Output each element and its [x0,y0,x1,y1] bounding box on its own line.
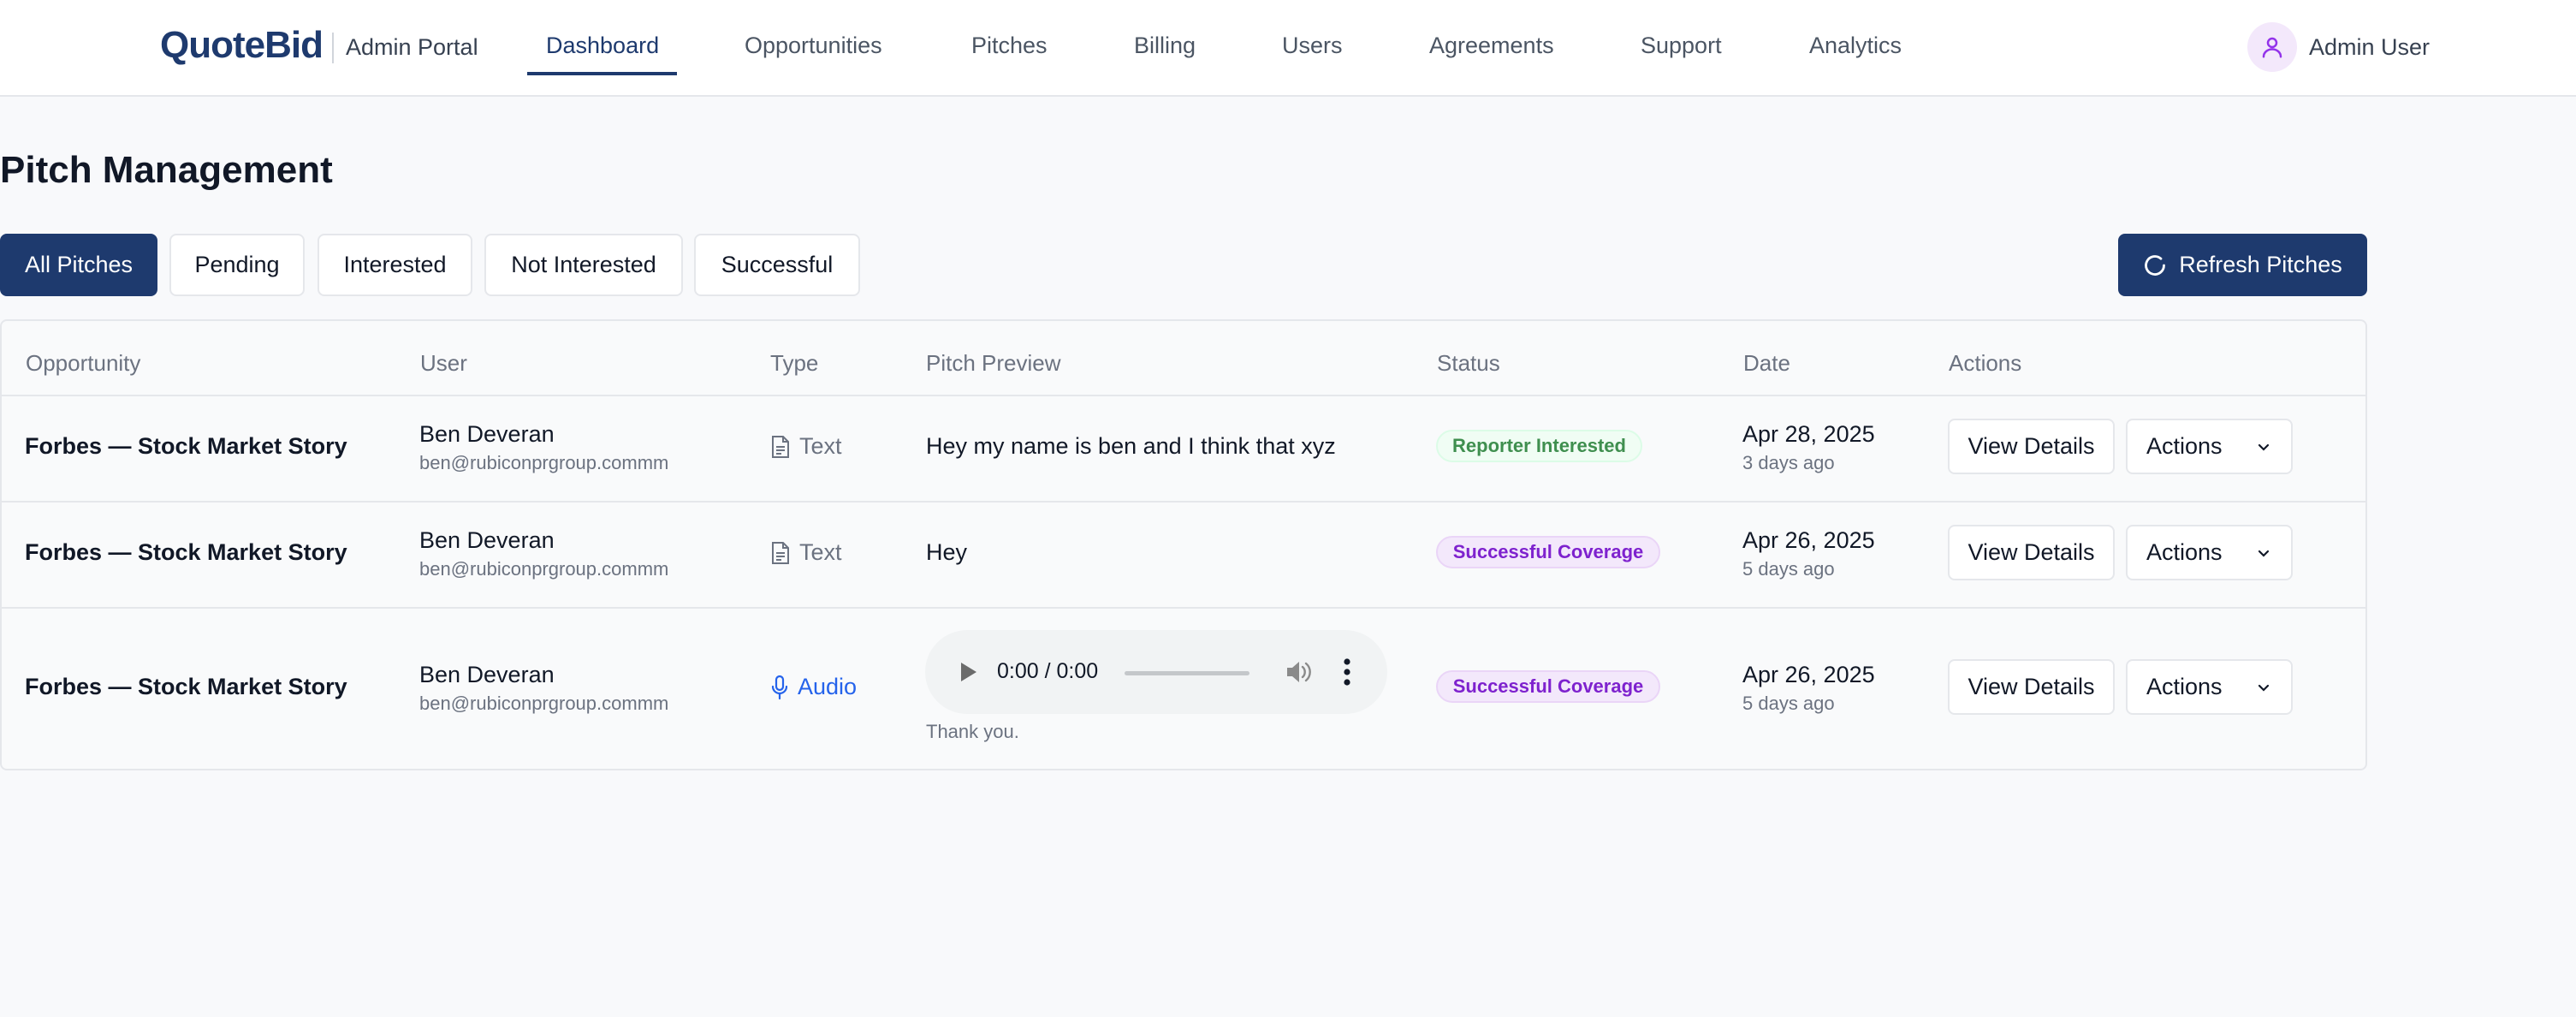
header-actions: Actions [1949,350,2022,376]
user-email-cell: ben@rubiconprgroup.commm [419,558,669,580]
document-icon [772,541,789,564]
filter-pending[interactable]: Pending [169,234,305,296]
chevron-down-icon [2258,443,2270,451]
actions-label: Actions [2146,539,2223,565]
audio-time: 0:00 / 0:00 [997,659,1099,683]
relative-date-cell: 5 days ago [1742,558,1835,580]
audio-progress-slider[interactable] [1125,671,1249,675]
chevron-down-icon [2258,684,2270,692]
pitch-preview-cell: Hey [926,539,968,565]
page-title: Pitch Management [0,149,333,191]
actions-label: Actions [2146,433,2223,459]
user-icon [2262,37,2282,58]
refresh-icon [2145,254,2166,276]
user-name-cell: Ben Deveran [419,527,555,553]
portal-label: Admin Portal [346,34,478,60]
refresh-pitches-label: Refresh Pitches [2179,252,2342,277]
view-details-button[interactable]: View Details [1948,419,2115,474]
volume-icon[interactable] [1285,659,1312,685]
filter-interested[interactable]: Interested [318,234,472,296]
refresh-pitches-button[interactable]: Refresh Pitches [2118,234,2367,296]
nav-agreements[interactable]: Agreements [1429,33,1554,59]
brand-logo[interactable]: QuoteBid [160,24,323,67]
relative-date-cell: 5 days ago [1742,693,1835,714]
type-label: Text [799,433,842,459]
date-cell: Apr 28, 2025 [1742,421,1875,447]
user-email-cell: ben@rubiconprgroup.commm [419,693,669,714]
row-divider [2,501,2365,503]
nav-opportunities[interactable]: Opportunities [745,33,882,59]
status-badge: Successful Coverage [1436,670,1660,703]
audio-player: 0:00 / 0:00 [925,630,1387,714]
opportunity-cell[interactable]: Forbes — Stock Market Story [25,674,347,700]
audio-caption: Thank you. [926,721,1019,742]
nav-pitches[interactable]: Pitches [971,33,1048,59]
microphone-icon [771,675,788,699]
actions-dropdown[interactable]: Actions [2126,659,2293,715]
nav-active-indicator [527,72,677,75]
date-cell: Apr 26, 2025 [1742,662,1875,687]
actions-label: Actions [2146,674,2223,699]
status-badge: Successful Coverage [1436,536,1660,568]
nav-dashboard[interactable]: Dashboard [546,33,659,59]
chevron-down-icon [2258,550,2270,557]
opportunity-cell[interactable]: Forbes — Stock Market Story [25,433,347,460]
opportunity-cell[interactable]: Forbes — Stock Market Story [25,539,347,566]
view-details-button[interactable]: View Details [1948,659,2115,715]
pitch-preview-cell: Hey my name is ben and I think that xyz [926,433,1336,459]
user-name[interactable]: Admin User [2309,34,2430,61]
type-cell[interactable]: Audio [770,674,857,700]
header-type: Type [770,350,819,376]
avatar[interactable] [2247,22,2297,72]
document-icon [772,435,789,458]
user-name-cell: Ben Deveran [419,421,555,447]
type-label: Text [799,539,842,565]
more-options-icon[interactable] [1343,657,1351,687]
status-badge: Reporter Interested [1436,430,1642,462]
filter-successful[interactable]: Successful [694,234,860,296]
nav-support[interactable]: Support [1641,33,1722,59]
top-nav: QuoteBid Admin Portal Dashboard Opportun… [0,0,2576,97]
nav-analytics[interactable]: Analytics [1809,33,1902,59]
header-opportunity: Opportunity [26,350,141,376]
nav-billing[interactable]: Billing [1134,33,1196,59]
filter-not-interested[interactable]: Not Interested [484,234,683,296]
type-label: Audio [798,674,858,699]
view-details-button[interactable]: View Details [1948,525,2115,580]
nav-users[interactable]: Users [1282,33,1343,59]
actions-dropdown[interactable]: Actions [2126,525,2293,580]
brand-divider [332,33,334,63]
user-email-cell: ben@rubiconprgroup.commm [419,452,669,473]
header-pitch-preview: Pitch Preview [926,350,1061,376]
header-date: Date [1743,350,1790,376]
row-divider [2,395,2365,396]
filter-all-pitches[interactable]: All Pitches [0,234,157,296]
header-status: Status [1437,350,1500,376]
actions-dropdown[interactable]: Actions [2126,419,2293,474]
type-cell: Text [770,539,842,566]
header-user: User [420,350,467,376]
user-name-cell: Ben Deveran [419,662,555,687]
relative-date-cell: 3 days ago [1742,452,1835,473]
row-divider [2,607,2365,609]
play-icon[interactable] [958,659,978,685]
type-cell: Text [770,433,842,460]
date-cell: Apr 26, 2025 [1742,527,1875,553]
